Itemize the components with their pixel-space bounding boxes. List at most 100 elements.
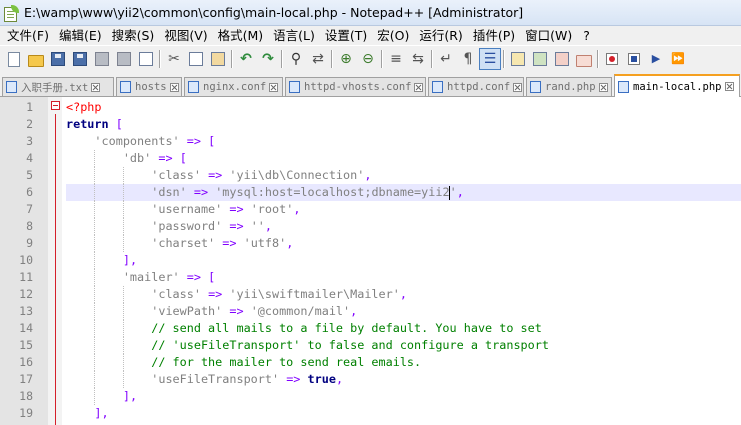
code-text[interactable]: ], (66, 252, 741, 269)
menu-view[interactable]: 视图(V) (159, 26, 212, 45)
macro-record-button[interactable] (601, 48, 623, 70)
code-text[interactable]: 'charset' => 'utf8', (66, 235, 741, 252)
sync-scroll-v-button[interactable]: ≡ (385, 48, 407, 70)
new-file-button[interactable] (3, 48, 25, 70)
code-text[interactable]: // for the mailer to send real emails. (66, 354, 741, 371)
code-line[interactable]: 6 'dsn' => 'mysql:host=localhost;dbname=… (0, 184, 741, 201)
undo-button[interactable]: ↶ (235, 48, 257, 70)
tab-close-icon[interactable] (91, 82, 101, 92)
code-text[interactable]: return [ (66, 116, 741, 133)
close-all-button[interactable] (113, 48, 135, 70)
menu-language[interactable]: 语言(L) (268, 26, 320, 45)
code-line[interactable]: 14 // send all mails to a file by defaul… (0, 320, 741, 337)
cut-button[interactable]: ✂ (163, 48, 185, 70)
indent-guide (122, 371, 124, 388)
notepadpp-app-icon[interactable] (3, 4, 19, 22)
code-text[interactable]: 'db' => [ (66, 150, 741, 167)
code-line[interactable]: 17 'useFileTransport' => true, (0, 371, 741, 388)
folder-as-workspace-button[interactable] (573, 48, 595, 70)
code-text[interactable]: 'class' => 'yii\db\Connection', (66, 167, 741, 184)
code-line[interactable]: 13 'viewPath' => '@common/mail', (0, 303, 741, 320)
editor[interactable]: 1 <?php 2 return [3 'components' => [4 'db'… (0, 97, 741, 425)
tab-main-local-php[interactable]: main-local.php (614, 74, 740, 97)
macro-stop-button[interactable] (623, 48, 645, 70)
paste-button[interactable] (207, 48, 229, 70)
tab-close-icon[interactable] (513, 82, 523, 92)
code-text[interactable]: 'dsn' => 'mysql:host=localhost;dbname=yi… (66, 184, 741, 201)
code-text[interactable]: // send all mails to a file by default. … (66, 320, 741, 337)
redo-button[interactable]: ↷ (257, 48, 279, 70)
code-line[interactable]: 9 'charset' => 'utf8', (0, 235, 741, 252)
function-list-button[interactable] (551, 48, 573, 70)
close-button[interactable] (91, 48, 113, 70)
tab-hosts[interactable]: hosts (116, 77, 182, 96)
code-text[interactable]: <?php (66, 99, 741, 116)
tab-httpd-conf[interactable]: httpd.conf (428, 77, 524, 96)
menu-help[interactable]: ? (577, 26, 596, 45)
code-line[interactable]: 1 <?php (0, 99, 741, 116)
code-text[interactable]: 'viewPath' => '@common/mail', (66, 303, 741, 320)
code-text[interactable]: ], (66, 405, 741, 422)
code-text[interactable]: ], (66, 388, 741, 405)
code-line[interactable]: 12 'class' => 'yii\swiftmailer\Mailer', (0, 286, 741, 303)
tab-close-icon[interactable] (269, 82, 279, 92)
code-text[interactable]: 'mailer' => [ (66, 269, 741, 286)
tab-close-icon[interactable] (724, 82, 734, 91)
tab-close-icon[interactable] (169, 82, 179, 92)
line-number: 11 (19, 270, 33, 284)
zoom-in-button[interactable]: ⊕ (335, 48, 357, 70)
menu-file[interactable]: 文件(F) (2, 26, 54, 45)
word-wrap-button[interactable]: ↵ (435, 48, 457, 70)
indent-guide-button[interactable]: ☰ (479, 48, 501, 70)
code-line[interactable]: 11 'mailer' => [ (0, 269, 741, 286)
open-file-button[interactable] (25, 48, 47, 70)
copy-button[interactable] (185, 48, 207, 70)
save-all-button[interactable] (69, 48, 91, 70)
code-line[interactable]: 16 // for the mailer to send real emails… (0, 354, 741, 371)
code-line[interactable]: 10 ], (0, 252, 741, 269)
code-text[interactable]: // 'useFileTransport' to false and confi… (66, 337, 741, 354)
zoom-out-button[interactable]: ⊖ (357, 48, 379, 70)
menu-window[interactable]: 窗口(W) (520, 26, 577, 45)
code-text[interactable]: 'components' => [ (66, 133, 741, 150)
code-line[interactable]: 4 'db' => [ (0, 150, 741, 167)
show-all-chars-button[interactable]: ¶ (457, 48, 479, 70)
line-number: 3 (26, 134, 33, 148)
macro-play-button[interactable]: ▶ (645, 48, 667, 70)
menu-macro[interactable]: 宏(O) (372, 26, 414, 45)
code-text[interactable]: 'useFileTransport' => true, (66, 371, 741, 388)
menu-settings[interactable]: 设置(T) (320, 26, 372, 45)
tab-httpd-vhosts-conf[interactable]: httpd-vhosts.conf (285, 77, 426, 96)
save-button[interactable] (47, 48, 69, 70)
menu-edit[interactable]: 编辑(E) (54, 26, 107, 45)
menu-plugins[interactable]: 插件(P) (468, 26, 520, 45)
replace-button[interactable]: ⇄ (307, 48, 329, 70)
code-line[interactable]: 8 'password' => '', (0, 218, 741, 235)
menu-format[interactable]: 格式(M) (213, 26, 269, 45)
code-line[interactable]: 7 'username' => 'root', (0, 201, 741, 218)
sync-scroll-h-button[interactable]: ⇆ (407, 48, 429, 70)
tab-close-icon[interactable] (598, 82, 608, 92)
code-text[interactable]: 'password' => '', (66, 218, 741, 235)
menu-search[interactable]: 搜索(S) (107, 26, 160, 45)
code-line[interactable]: 5 'class' => 'yii\db\Connection', (0, 167, 741, 184)
doc-map-button[interactable] (529, 48, 551, 70)
code-line[interactable]: 19 ], (0, 405, 741, 422)
code-line[interactable]: 15 // 'useFileTransport' to false and co… (0, 337, 741, 354)
code-line[interactable]: 18 ], (0, 388, 741, 405)
tab-nginx-conf[interactable]: nginx.conf (184, 77, 283, 96)
find-button[interactable]: ⚲ (285, 48, 307, 70)
code-line[interactable]: 2 return [ (0, 116, 741, 133)
code-area[interactable]: 1 <?php 2 return [3 'components' => [4 'db'… (0, 99, 741, 422)
code-line[interactable]: 3 'components' => [ (0, 133, 741, 150)
macro-run-multiple-button[interactable]: ⏩ (667, 48, 689, 70)
code-text[interactable]: 'class' => 'yii\swiftmailer\Mailer', (66, 286, 741, 303)
tab-rand-php[interactable]: rand.php (526, 77, 612, 96)
code-text[interactable]: 'username' => 'root', (66, 201, 741, 218)
user-language-button[interactable] (507, 48, 529, 70)
line-number: 6 (26, 185, 33, 199)
menu-run[interactable]: 运行(R) (414, 26, 467, 45)
tab-readme[interactable]: 入职手册.txt (2, 77, 114, 96)
tab-close-icon[interactable] (414, 82, 424, 92)
print-button[interactable] (135, 48, 157, 70)
